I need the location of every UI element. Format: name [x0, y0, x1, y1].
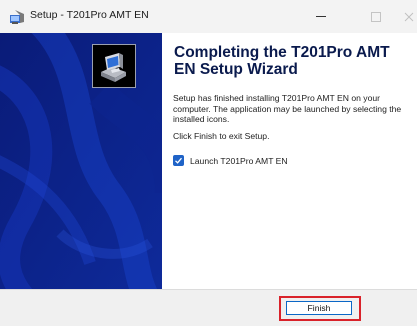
close-button[interactable] [400, 0, 417, 33]
finish-button[interactable]: Finish [286, 301, 352, 315]
exit-instruction: Click Finish to exit Setup. [173, 131, 270, 141]
maximize-icon [371, 11, 381, 22]
window-title: Setup - T201Pro AMT EN [30, 9, 149, 21]
title-bar[interactable]: Setup - T201Pro AMT EN [0, 0, 417, 33]
computer-install-icon [92, 44, 136, 88]
minimize-button[interactable] [302, 0, 340, 33]
maximize-button[interactable] [357, 0, 395, 33]
checkmark-icon [175, 157, 182, 164]
setup-app-icon [10, 10, 24, 24]
minimize-icon [316, 16, 326, 17]
button-bar: Finish [0, 289, 417, 326]
wizard-content: Completing the T201Pro AMT EN Setup Wiza… [162, 33, 417, 289]
close-icon [404, 12, 413, 21]
wizard-heading: Completing the T201Pro AMT EN Setup Wiza… [174, 44, 390, 78]
banner-art [0, 33, 162, 289]
setup-window: Setup - T201Pro AMT EN Completing the T2… [0, 0, 417, 326]
wizard-banner [0, 33, 162, 289]
launch-checkbox[interactable] [173, 155, 184, 166]
launch-option[interactable]: Launch T201Pro AMT EN [173, 155, 288, 166]
completion-description: Setup has finished installing T201Pro AM… [173, 93, 402, 125]
launch-checkbox-label[interactable]: Launch T201Pro AMT EN [190, 156, 288, 166]
